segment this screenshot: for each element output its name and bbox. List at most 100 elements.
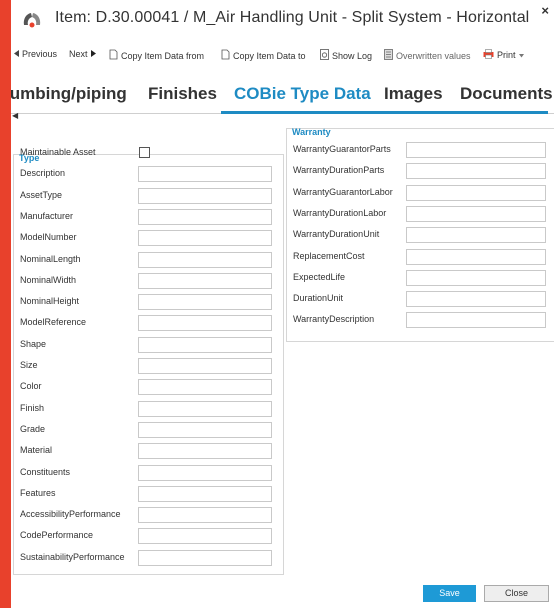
form-row: NominalWidth: [14, 272, 283, 290]
form-row: AssetType: [14, 187, 283, 205]
field-label: WarrantyDurationParts: [293, 165, 385, 176]
text-field[interactable]: [138, 507, 272, 524]
text-field[interactable]: [138, 166, 272, 183]
form-row: Grade: [14, 421, 283, 439]
text-field[interactable]: [138, 187, 272, 204]
overwritten-values-button[interactable]: Overwritten values: [384, 49, 471, 62]
field-label: WarrantyGuarantorLabor: [293, 186, 393, 197]
form-row: Constituents: [14, 464, 283, 482]
form-row: AccessibilityPerformance: [14, 506, 283, 524]
tab-plumbing-piping[interactable]: lumbing/piping: [11, 84, 127, 104]
text-field[interactable]: [406, 142, 546, 158]
field-label: Maintainable Asset: [20, 147, 96, 157]
form-row: Manufacturer: [14, 208, 283, 226]
field-label: Manufacturer: [20, 210, 74, 221]
form-row: CodePerformance: [14, 527, 283, 545]
text-field[interactable]: [406, 227, 546, 244]
field-label: Grade: [20, 423, 46, 434]
form-row: Maintainable Asset: [14, 144, 283, 162]
overwritten-values-label: Overwritten values: [396, 50, 471, 61]
text-field[interactable]: [138, 336, 272, 353]
close-icon[interactable]: ×: [541, 3, 549, 18]
toolbar: Previous Next Copy Item Data from Copy I…: [11, 45, 554, 65]
form-row: SustainabilityPerformance: [14, 549, 283, 567]
text-field[interactable]: [138, 208, 272, 225]
field-label: NominalWidth: [20, 274, 77, 285]
text-field[interactable]: [138, 400, 272, 417]
form-row: WarrantyDurationParts: [287, 162, 554, 180]
maintainable-asset-checkbox[interactable]: [139, 147, 150, 158]
form-row: Shape: [14, 336, 283, 354]
text-field[interactable]: [138, 230, 272, 247]
tab-documents[interactable]: Documents: [460, 84, 553, 104]
active-tab-indicator: [221, 111, 548, 114]
show-log-label: Show Log: [332, 50, 373, 61]
form-row: WarrantyDurationLabor: [287, 205, 554, 223]
item-dialog: Item: D.30.00041 / M_Air Handling Unit -…: [11, 0, 554, 608]
warranty-group: Warranty WarrantyGuarantorParts WarrantyD…: [286, 127, 554, 342]
text-field[interactable]: [406, 205, 546, 222]
form-row: Finish: [14, 400, 283, 418]
text-field[interactable]: [138, 251, 272, 268]
previous-button[interactable]: Previous: [14, 49, 57, 59]
form-row: Description: [14, 165, 283, 183]
print-label: Print: [497, 50, 516, 60]
field-label: Size: [20, 360, 38, 370]
form-row: Material: [14, 442, 283, 460]
text-field[interactable]: [138, 294, 272, 311]
text-field[interactable]: [138, 379, 272, 396]
text-field[interactable]: [406, 248, 546, 265]
next-label: Next: [69, 49, 88, 59]
text-field[interactable]: [138, 464, 272, 481]
field-label: Description: [20, 168, 66, 179]
tab-cobie-type-data[interactable]: COBie Type Data: [234, 84, 371, 104]
save-button[interactable]: Save: [423, 585, 476, 602]
tab-scroll-left-icon[interactable]: ◀: [12, 111, 18, 120]
field-label: Constituents: [20, 466, 71, 477]
show-log-button[interactable]: Show Log: [320, 49, 372, 62]
text-field[interactable]: [138, 421, 272, 438]
print-button[interactable]: Print: [483, 49, 524, 61]
text-field[interactable]: [138, 443, 272, 460]
text-field[interactable]: [406, 269, 546, 286]
warranty-group-title: Warranty: [292, 127, 331, 137]
arrow-left-icon: [14, 49, 19, 59]
form-row: ModelNumber: [14, 229, 283, 247]
field-label: NominalLength: [20, 253, 81, 264]
text-field[interactable]: [138, 485, 272, 502]
field-label: AssetType: [20, 189, 63, 200]
text-field[interactable]: [138, 272, 272, 289]
next-button[interactable]: Next: [69, 49, 96, 59]
type-group: Type Maintainable Asset Description AssetT…: [13, 147, 284, 575]
field-label: ModelReference: [20, 317, 87, 328]
text-field[interactable]: [406, 163, 546, 180]
field-label: WarrantyDurationUnit: [293, 229, 380, 240]
text-field[interactable]: [138, 358, 272, 374]
field-label: Material: [20, 445, 53, 456]
close-button[interactable]: Close: [484, 585, 549, 602]
field-label: CodePerformance: [20, 530, 94, 541]
field-label: Features: [20, 487, 56, 498]
copy-document-icon: [221, 49, 230, 62]
tab-finishes[interactable]: Finishes: [148, 84, 217, 104]
field-label: WarrantyDescription: [293, 314, 375, 325]
tab-images[interactable]: Images: [384, 84, 443, 104]
form-row: ReplacementCost: [287, 248, 554, 266]
copy-from-button[interactable]: Copy Item Data from: [109, 49, 204, 62]
text-field[interactable]: [406, 312, 546, 329]
text-field[interactable]: [406, 184, 546, 201]
form-row: NominalHeight: [14, 293, 283, 311]
print-icon: [483, 49, 494, 61]
form-row: WarrantyDurationUnit: [287, 226, 554, 244]
field-label: AccessibilityPerformance: [20, 509, 121, 520]
text-field[interactable]: [138, 528, 272, 545]
field-label: NominalHeight: [20, 296, 80, 307]
title-bar: Item: D.30.00041 / M_Air Handling Unit -…: [11, 0, 554, 38]
copy-document-icon: [109, 49, 118, 62]
text-field[interactable]: [406, 291, 546, 308]
form-row: ExpectedLife: [287, 269, 554, 287]
text-field[interactable]: [138, 549, 272, 566]
copy-to-button[interactable]: Copy Item Data to: [221, 49, 306, 62]
text-field[interactable]: [138, 315, 272, 332]
field-label: Finish: [20, 402, 45, 413]
